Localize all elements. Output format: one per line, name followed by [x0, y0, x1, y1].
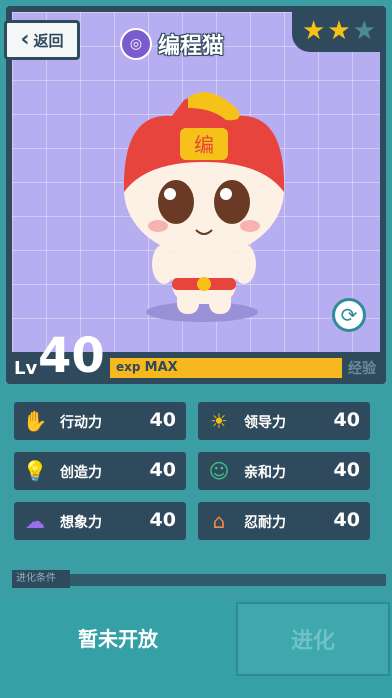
stat-value: 40 — [333, 509, 360, 531]
stat-imagination: ☁ 想象力 40 — [14, 502, 186, 540]
star-filled-icon: ★ — [327, 16, 351, 46]
character-stage: 编 — [12, 12, 380, 352]
stat-value: 40 — [149, 409, 176, 431]
stat-leadership: ☀ 领导力 40 — [198, 402, 370, 440]
stat-creativity: 💡 创造力 40 — [14, 452, 186, 490]
page-title-group: ◎ 编程猫 — [120, 28, 224, 60]
level-row: Lv 40 exp MAX 经验 — [12, 328, 382, 384]
codemao-badge-icon: ◎ — [120, 28, 152, 60]
page-title: 编程猫 — [158, 34, 225, 59]
stat-action: ✋ 行动力 40 — [14, 402, 186, 440]
refresh-icon[interactable]: ⟳ — [332, 298, 366, 332]
stat-name: 行动力 — [60, 415, 102, 431]
stat-value: 40 — [333, 409, 360, 431]
stat-affinity: ☺ 亲和力 40 — [198, 452, 370, 490]
creativity-icon: 💡 — [22, 459, 48, 483]
evolve-button-label: 进化 — [290, 629, 335, 654]
cat-character[interactable]: 编 — [12, 12, 380, 352]
pet-screen: 编 ‹ 返回 ◎ 编程猫 ★ ★ ★ ⟳ Lv 40 exp MAX 经验 ✋ … — [0, 0, 392, 698]
exp-bar: exp MAX — [110, 358, 342, 378]
stat-name: 创造力 — [60, 465, 102, 481]
stat-name: 想象力 — [60, 515, 102, 531]
leadership-icon: ☀ — [210, 409, 228, 433]
evolve-button[interactable]: 进化 — [236, 602, 390, 676]
stat-value: 40 — [149, 509, 176, 531]
exp-text: exp MAX — [116, 360, 178, 375]
star-empty-icon: ★ — [352, 16, 376, 46]
stat-name: 领导力 — [244, 415, 286, 431]
level-value: 40 — [38, 328, 105, 384]
exp-tag: 经验 — [348, 361, 376, 377]
level-prefix: Lv — [14, 358, 38, 379]
star-rating: ★ ★ ★ — [292, 10, 386, 52]
stat-value: 40 — [149, 459, 176, 481]
star-filled-icon: ★ — [302, 16, 326, 46]
divider — [70, 574, 386, 586]
stat-endurance: ⌂ 忍耐力 40 — [198, 502, 370, 540]
back-button-label: 返回 — [33, 31, 64, 50]
chevron-left-icon: ‹ — [20, 27, 30, 52]
stat-name: 忍耐力 — [244, 515, 286, 531]
back-button[interactable]: ‹ 返回 — [4, 20, 80, 60]
affinity-icon: ☺ — [208, 459, 230, 483]
svg-text:编: 编 — [194, 133, 214, 157]
exp-prefix: exp — [116, 360, 141, 374]
evolution-section-label: 进化条件 — [12, 570, 70, 588]
stat-value: 40 — [333, 459, 360, 481]
action-icon: ✋ — [22, 409, 48, 433]
endurance-icon: ⌂ — [212, 509, 226, 533]
exp-status: MAX — [144, 360, 178, 375]
imagination-icon: ☁ — [25, 509, 45, 533]
stat-name: 亲和力 — [244, 465, 286, 481]
evolution-status: 暂未开放 — [78, 627, 158, 651]
